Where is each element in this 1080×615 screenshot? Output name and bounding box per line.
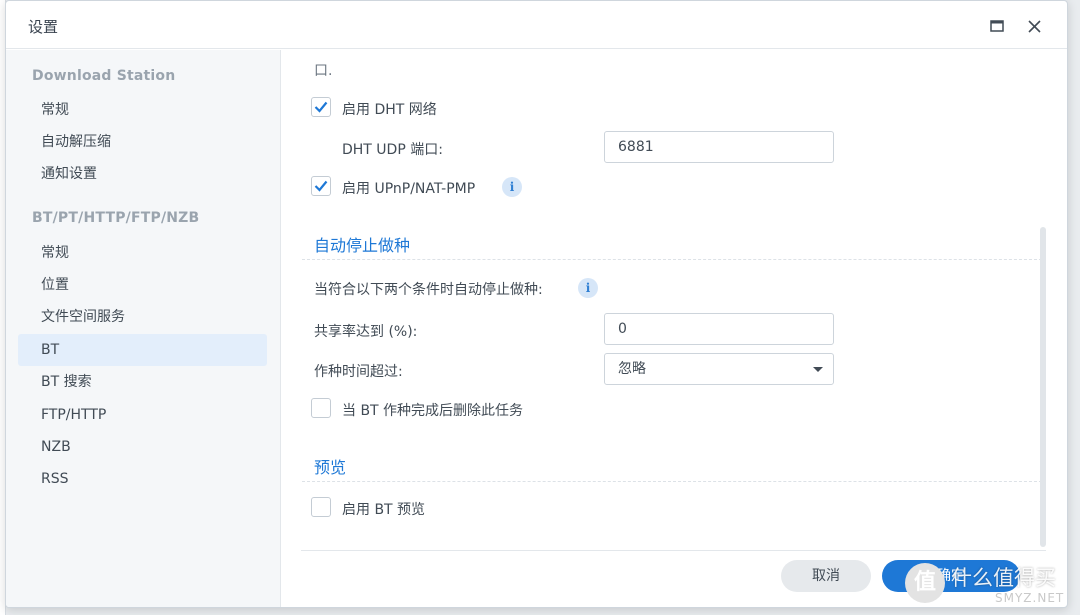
sidebar-item-bt-search[interactable]: BT 搜索 xyxy=(18,366,267,398)
watermark-sub: SMYZ.NET xyxy=(995,591,1065,605)
dht-checkbox[interactable] xyxy=(311,97,331,117)
upnp-checkbox-label: 启用 UPnP/NAT-PMP xyxy=(342,181,476,197)
auto-stop-description: 当符合以下两个条件时自动停止做种: xyxy=(314,282,543,298)
section-divider xyxy=(302,259,1042,260)
upnp-checkbox[interactable] xyxy=(311,176,331,196)
check-icon xyxy=(314,180,328,192)
bt-preview-label: 启用 BT 预览 xyxy=(342,502,426,518)
sidebar-group-bt: BT/PT/HTTP/FTP/NZB xyxy=(32,210,200,226)
cancel-button[interactable]: 取消 xyxy=(781,560,871,592)
sidebar-item-file-service[interactable]: 文件空间服务 xyxy=(18,301,267,333)
footer-divider xyxy=(301,550,1046,551)
delete-task-checkbox[interactable] xyxy=(311,398,331,418)
bt-preview-checkbox[interactable] xyxy=(311,497,331,517)
delete-task-label: 当 BT 作种完成后删除此任务 xyxy=(342,403,524,419)
title-bar: 设置 xyxy=(6,1,1067,49)
dht-port-label: DHT UDP 端口: xyxy=(342,142,443,158)
maximize-button[interactable] xyxy=(986,15,1008,37)
window-title: 设置 xyxy=(28,18,59,36)
sidebar-item-notifications[interactable]: 通知设置 xyxy=(18,158,267,190)
sidebar: Download Station 常规 自动解压缩 通知设置 BT/PT/HTT… xyxy=(6,50,281,607)
auto-stop-section-title: 自动停止做种 xyxy=(314,236,411,255)
check-icon xyxy=(314,101,328,113)
section-divider xyxy=(302,481,1042,482)
sidebar-item-ftp-http[interactable]: FTP/HTTP xyxy=(18,399,267,431)
sidebar-item-auto-extract[interactable]: 自动解压缩 xyxy=(18,126,267,158)
settings-dialog: 设置 Download Station 常规 自动解压缩 通知设置 BT/PT/… xyxy=(5,0,1068,608)
maximize-icon xyxy=(990,20,1004,32)
sidebar-item-rss[interactable]: RSS xyxy=(18,463,267,495)
info-icon[interactable]: i xyxy=(578,278,598,298)
dht-checkbox-label: 启用 DHT 网络 xyxy=(342,102,437,118)
cut-off-text: 口. xyxy=(314,63,333,79)
watermark-text: 什么值得买 xyxy=(951,566,1056,590)
close-button[interactable] xyxy=(1023,15,1045,37)
content-scrollbar[interactable] xyxy=(1040,227,1046,547)
sidebar-group-download-station: Download Station xyxy=(32,68,176,84)
sidebar-item-bt[interactable]: BT xyxy=(18,334,267,366)
sidebar-item-location[interactable]: 位置 xyxy=(18,269,267,301)
close-icon xyxy=(1027,19,1041,33)
settings-content: 口. 启用 DHT 网络 DHT UDP 端口: 启用 UPnP/NAT-PMP… xyxy=(282,50,1067,550)
seed-time-select[interactable]: 忽略 xyxy=(604,353,834,385)
share-ratio-input[interactable] xyxy=(604,313,834,345)
dht-port-input[interactable] xyxy=(604,131,834,163)
preview-section-title: 预览 xyxy=(314,458,347,477)
seed-time-label: 作种时间超过: xyxy=(314,364,403,380)
watermark-logo: 值 xyxy=(905,563,945,603)
sidebar-item-nzb[interactable]: NZB xyxy=(18,431,267,463)
chevron-down-icon xyxy=(813,367,823,372)
info-icon[interactable]: i xyxy=(502,177,522,197)
sidebar-item-bt-general[interactable]: 常规 xyxy=(18,237,267,269)
seed-time-value: 忽略 xyxy=(618,361,646,377)
share-ratio-label: 共享率达到 (%): xyxy=(314,324,418,340)
watermark: 值 什么值得买 SMYZ.NET xyxy=(905,560,1080,615)
sidebar-item-general[interactable]: 常规 xyxy=(18,94,267,126)
